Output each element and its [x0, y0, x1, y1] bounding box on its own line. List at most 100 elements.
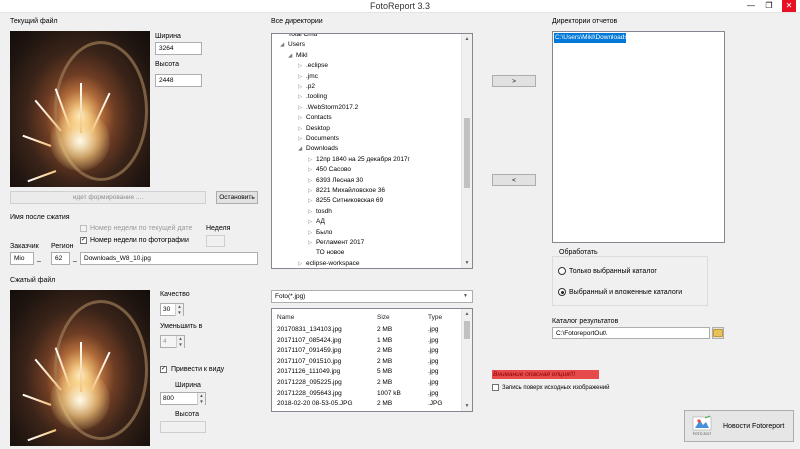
file-name[interactable]: 20171126_111049.jpg — [277, 367, 340, 378]
tree-node[interactable]: ▷ АД — [308, 217, 325, 227]
expand-arrow-icon[interactable]: ▷ — [308, 196, 316, 206]
result-catalog-field[interactable]: C:\FotoreportOut\ — [552, 327, 710, 339]
quality-spinner[interactable]: 30 ▲ ▼ — [160, 303, 184, 316]
expand-arrow-icon[interactable]: ▷ — [298, 113, 306, 123]
tree-node[interactable]: ▷ .eclipse — [298, 61, 328, 71]
tree-node[interactable]: ▷ tosdh — [308, 207, 332, 217]
file-scroll-thumb[interactable] — [464, 321, 470, 339]
file-list[interactable]: Name Size Type 20170831_134103.jpg 2 MB .j… — [271, 308, 473, 412]
news-button[interactable]: FOTO 2017 Новости Fotoreport — [684, 410, 794, 442]
expand-arrow-icon[interactable]: ▷ — [308, 186, 316, 196]
quality-down-icon[interactable]: ▼ — [175, 310, 183, 316]
file-scroll-up-icon[interactable]: ▲ — [462, 309, 472, 319]
expanded-arrow-icon[interactable]: ◢ — [288, 51, 296, 61]
reduce-spinner[interactable]: 4 ▲ ▼ — [160, 335, 185, 348]
expand-arrow-icon[interactable]: ▷ — [298, 124, 306, 134]
tree-node[interactable]: ▷ .p2 — [298, 82, 315, 92]
tree-node[interactable]: ▷ Documents — [298, 134, 339, 144]
file-size[interactable]: 2 MB — [377, 399, 392, 410]
region-field[interactable]: 62 — [51, 252, 70, 265]
file-type[interactable]: .jpg — [428, 325, 438, 336]
expand-arrow-icon[interactable]: ▷ — [298, 103, 306, 113]
file-list-scrollbar[interactable]: ▲ ▼ — [461, 309, 472, 411]
file-name[interactable]: 20171228_095643.jpg — [277, 389, 342, 400]
tree-node[interactable]: ▷ 6393 Лесная 30 — [308, 176, 363, 186]
file-type[interactable]: .jpg — [428, 389, 438, 400]
file-size[interactable]: 2 MB — [377, 357, 392, 368]
week-current-date-checkbox[interactable] — [80, 225, 87, 232]
file-filter-select[interactable]: Foto(*.jpg) ▼ — [271, 290, 473, 303]
expanded-arrow-icon[interactable]: ◢ — [298, 144, 306, 154]
selected-only-radio[interactable] — [558, 267, 566, 275]
col-header-name[interactable]: Name — [277, 312, 294, 323]
tree-node[interactable]: ▷ Contacts — [298, 113, 332, 123]
reduce-down-icon[interactable]: ▼ — [176, 342, 184, 348]
week-photo-checkbox[interactable]: ✓ — [80, 237, 87, 244]
file-size[interactable]: 5 MB — [377, 367, 392, 378]
tree-node[interactable]: ▷ .WebStorm2017.2 — [298, 103, 358, 113]
cur-width-field[interactable]: 3264 — [155, 42, 202, 55]
file-name[interactable]: 2018-02-20 08-53-05.JPG — [277, 399, 353, 410]
file-name[interactable]: 20171228_095225.jpg — [277, 378, 342, 389]
file-size[interactable]: 2 MB — [377, 346, 392, 357]
report-dir-item-selected[interactable]: C:\Users\Mikl\Downloads — [554, 33, 628, 43]
close-button[interactable]: ✕ — [782, 0, 796, 12]
selected-nested-radio[interactable] — [558, 288, 566, 296]
progress-status-button[interactable]: идет формирование .... — [10, 191, 206, 204]
expand-arrow-icon[interactable]: ▷ — [298, 72, 306, 82]
file-size[interactable]: 2 MB — [377, 325, 392, 336]
file-name[interactable]: 20171107_091510.jpg — [277, 357, 341, 368]
minimize-button[interactable]: — — [744, 0, 758, 12]
tree-node[interactable]: ▷ .jmc — [298, 72, 318, 82]
file-type[interactable]: .jpg — [428, 346, 438, 357]
maximize-button[interactable]: ❐ — [762, 0, 776, 12]
tree-node[interactable]: ▷ eclipse-workspace — [298, 259, 359, 268]
remove-directory-button[interactable]: < — [492, 174, 536, 186]
expand-arrow-icon[interactable]: ▷ — [308, 165, 316, 175]
tree-scrollbar[interactable]: ▲ ▼ — [461, 34, 472, 268]
tree-node[interactable]: ◢ Downloads — [298, 144, 338, 154]
stop-button[interactable]: Остановить — [216, 191, 258, 204]
expand-arrow-icon[interactable]: ▷ — [298, 259, 306, 268]
tree-node[interactable]: Total Cmd — [280, 34, 317, 40]
tree-node[interactable]: ▷ Регламент 2017 — [308, 238, 364, 248]
expanded-arrow-icon[interactable]: ◢ — [280, 40, 288, 50]
file-size[interactable]: 2 MB — [377, 378, 392, 389]
out-height-field[interactable] — [160, 421, 206, 433]
tree-node[interactable]: ▷ 8221 Михайловское 36 — [308, 186, 385, 196]
tree-node[interactable]: ◢ Mikl — [288, 51, 308, 61]
cur-height-field[interactable]: 2448 — [155, 74, 202, 87]
expand-arrow-icon[interactable]: ▷ — [308, 217, 316, 227]
overwrite-checkbox[interactable] — [492, 384, 499, 391]
expand-arrow-icon[interactable]: ▷ — [308, 176, 316, 186]
expand-arrow-icon[interactable]: ▷ — [298, 82, 306, 92]
file-name[interactable]: 20170831_134103.jpg — [277, 325, 342, 336]
fit-checkbox[interactable]: ✓ — [160, 366, 167, 373]
customer-field[interactable]: Mio — [10, 252, 34, 265]
expand-arrow-icon[interactable]: ▷ — [308, 207, 316, 217]
col-header-size[interactable]: Size — [377, 312, 390, 323]
tree-node[interactable]: ▷ 8255 Ситниковская 69 — [308, 196, 383, 206]
file-type[interactable]: .jpg — [428, 336, 438, 347]
tree-node[interactable]: ▷ 12пр 1840 на 25 декабря 2017г — [308, 155, 410, 165]
file-name[interactable]: 20171107_085424.jpg — [277, 336, 341, 347]
expand-arrow-icon[interactable]: ▷ — [308, 228, 316, 238]
tree-node[interactable]: ▷ Было — [308, 228, 332, 238]
report-dirs-list[interactable]: C:\Users\Mikl\Downloads — [552, 31, 725, 243]
add-directory-button[interactable]: > — [492, 75, 536, 87]
out-width-down-icon[interactable]: ▼ — [197, 399, 205, 405]
tree-node[interactable]: ◢ Users — [280, 40, 305, 50]
tree-node[interactable]: ▷ .tooling — [298, 92, 327, 102]
expand-arrow-icon[interactable]: ▷ — [298, 92, 306, 102]
expand-arrow-icon[interactable]: ▷ — [308, 238, 316, 248]
tree-scroll-up-icon[interactable]: ▲ — [462, 34, 472, 44]
file-type[interactable]: .jpg — [428, 357, 438, 368]
out-width-spinner[interactable]: 800 ▲ ▼ — [160, 392, 206, 405]
expand-arrow-icon[interactable]: ▷ — [298, 61, 306, 71]
tree-node[interactable]: ▷ 450 Сасово — [308, 165, 351, 175]
file-scroll-down-icon[interactable]: ▼ — [462, 401, 472, 411]
tree-scroll-down-icon[interactable]: ▼ — [462, 258, 472, 268]
file-type[interactable]: .JPG — [428, 399, 442, 410]
tree-scroll-thumb[interactable] — [464, 118, 470, 188]
directory-tree[interactable]: Total Cmd ◢ Users ◢ Mikl ▷ .eclipse ▷ .jmc ▷ .p2 ▷.… — [271, 33, 473, 269]
